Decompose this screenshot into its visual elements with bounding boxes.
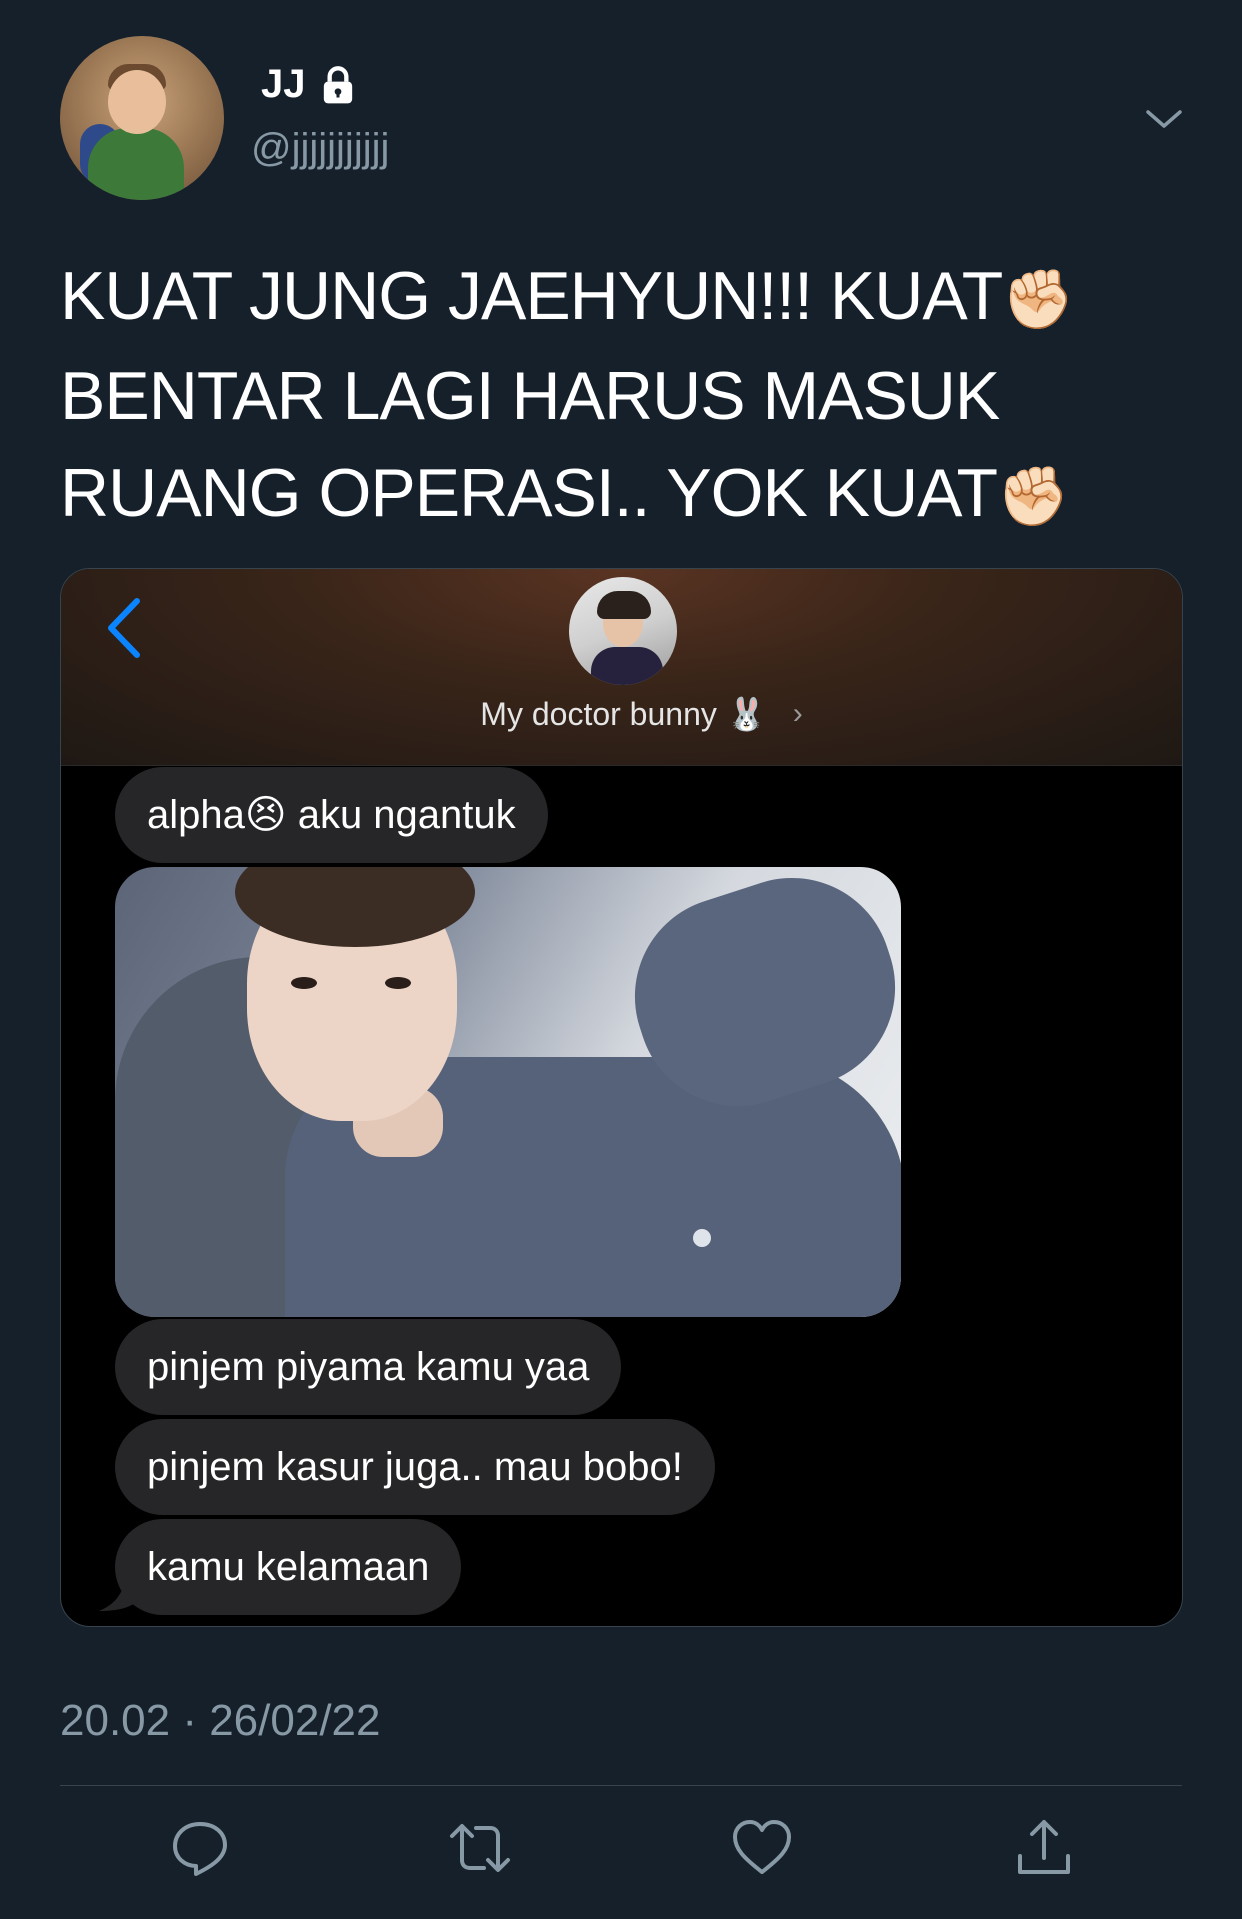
message-bubble: alpha😣 aku ngantuk: [115, 767, 548, 863]
retweet-icon[interactable]: [448, 1816, 512, 1880]
bunny-emoji: 🐰: [726, 696, 767, 732]
message-text: pinjem piyama kamu yaa: [147, 1345, 590, 1389]
fist-emoji: ✊🏻: [997, 464, 1069, 529]
tweet-line-3: RUANG OPERASI.. YOK KUAT: [60, 455, 998, 531]
contact-name-row: My doctor bunny 🐰 ›: [61, 695, 1182, 733]
reply-icon[interactable]: [168, 1816, 232, 1880]
chevron-right-icon: ›: [792, 697, 803, 730]
share-icon[interactable]: [1012, 1816, 1076, 1880]
tweet-line-2: BENTAR LAGI HARUS MASUK: [60, 358, 1000, 434]
message-text: aku ngantuk: [286, 793, 516, 837]
message-photo: [115, 867, 901, 1317]
contact-avatar: [569, 577, 677, 685]
tweet-line-1: KUAT JUNG JAEHYUN!!! KUAT: [60, 258, 1003, 334]
message-bubble: kamu kelamaan: [115, 1519, 462, 1615]
lock-icon: [323, 65, 352, 103]
message-bubble: pinjem piyama kamu yaa: [115, 1319, 622, 1415]
divider: [60, 1785, 1182, 1786]
message-text: pinjem kasur juga.. mau bobo!: [147, 1445, 683, 1489]
message-bubble: pinjem kasur juga.. mau bobo!: [115, 1419, 715, 1515]
like-icon[interactable]: [730, 1816, 794, 1880]
author-handle[interactable]: @jjjjjjjjjjj: [251, 126, 389, 171]
author-name-row[interactable]: JJ: [261, 62, 358, 107]
attached-image[interactable]: My doctor bunny 🐰 › alpha😣 aku ngantuk p…: [60, 568, 1183, 1627]
chevron-down-icon[interactable]: [1144, 104, 1184, 134]
tweet-timestamp[interactable]: 20.02 · 26/02/22: [60, 1696, 380, 1746]
contact-name: My doctor bunny: [480, 695, 717, 732]
chat-header: My doctor bunny 🐰 ›: [61, 569, 1182, 766]
bubble-tail: [99, 1563, 139, 1611]
message-text: alpha: [147, 793, 245, 837]
fist-emoji: ✊🏻: [1002, 267, 1074, 332]
message-text: kamu kelamaan: [147, 1545, 430, 1589]
author-name[interactable]: JJ: [261, 62, 306, 107]
persevere-emoji: 😣: [244, 793, 287, 837]
back-chevron-icon: [108, 598, 140, 658]
tweet-text: KUAT JUNG JAEHYUN!!! KUAT✊🏻 BENTAR LAGI …: [60, 248, 1160, 545]
author-avatar[interactable]: [60, 36, 224, 200]
